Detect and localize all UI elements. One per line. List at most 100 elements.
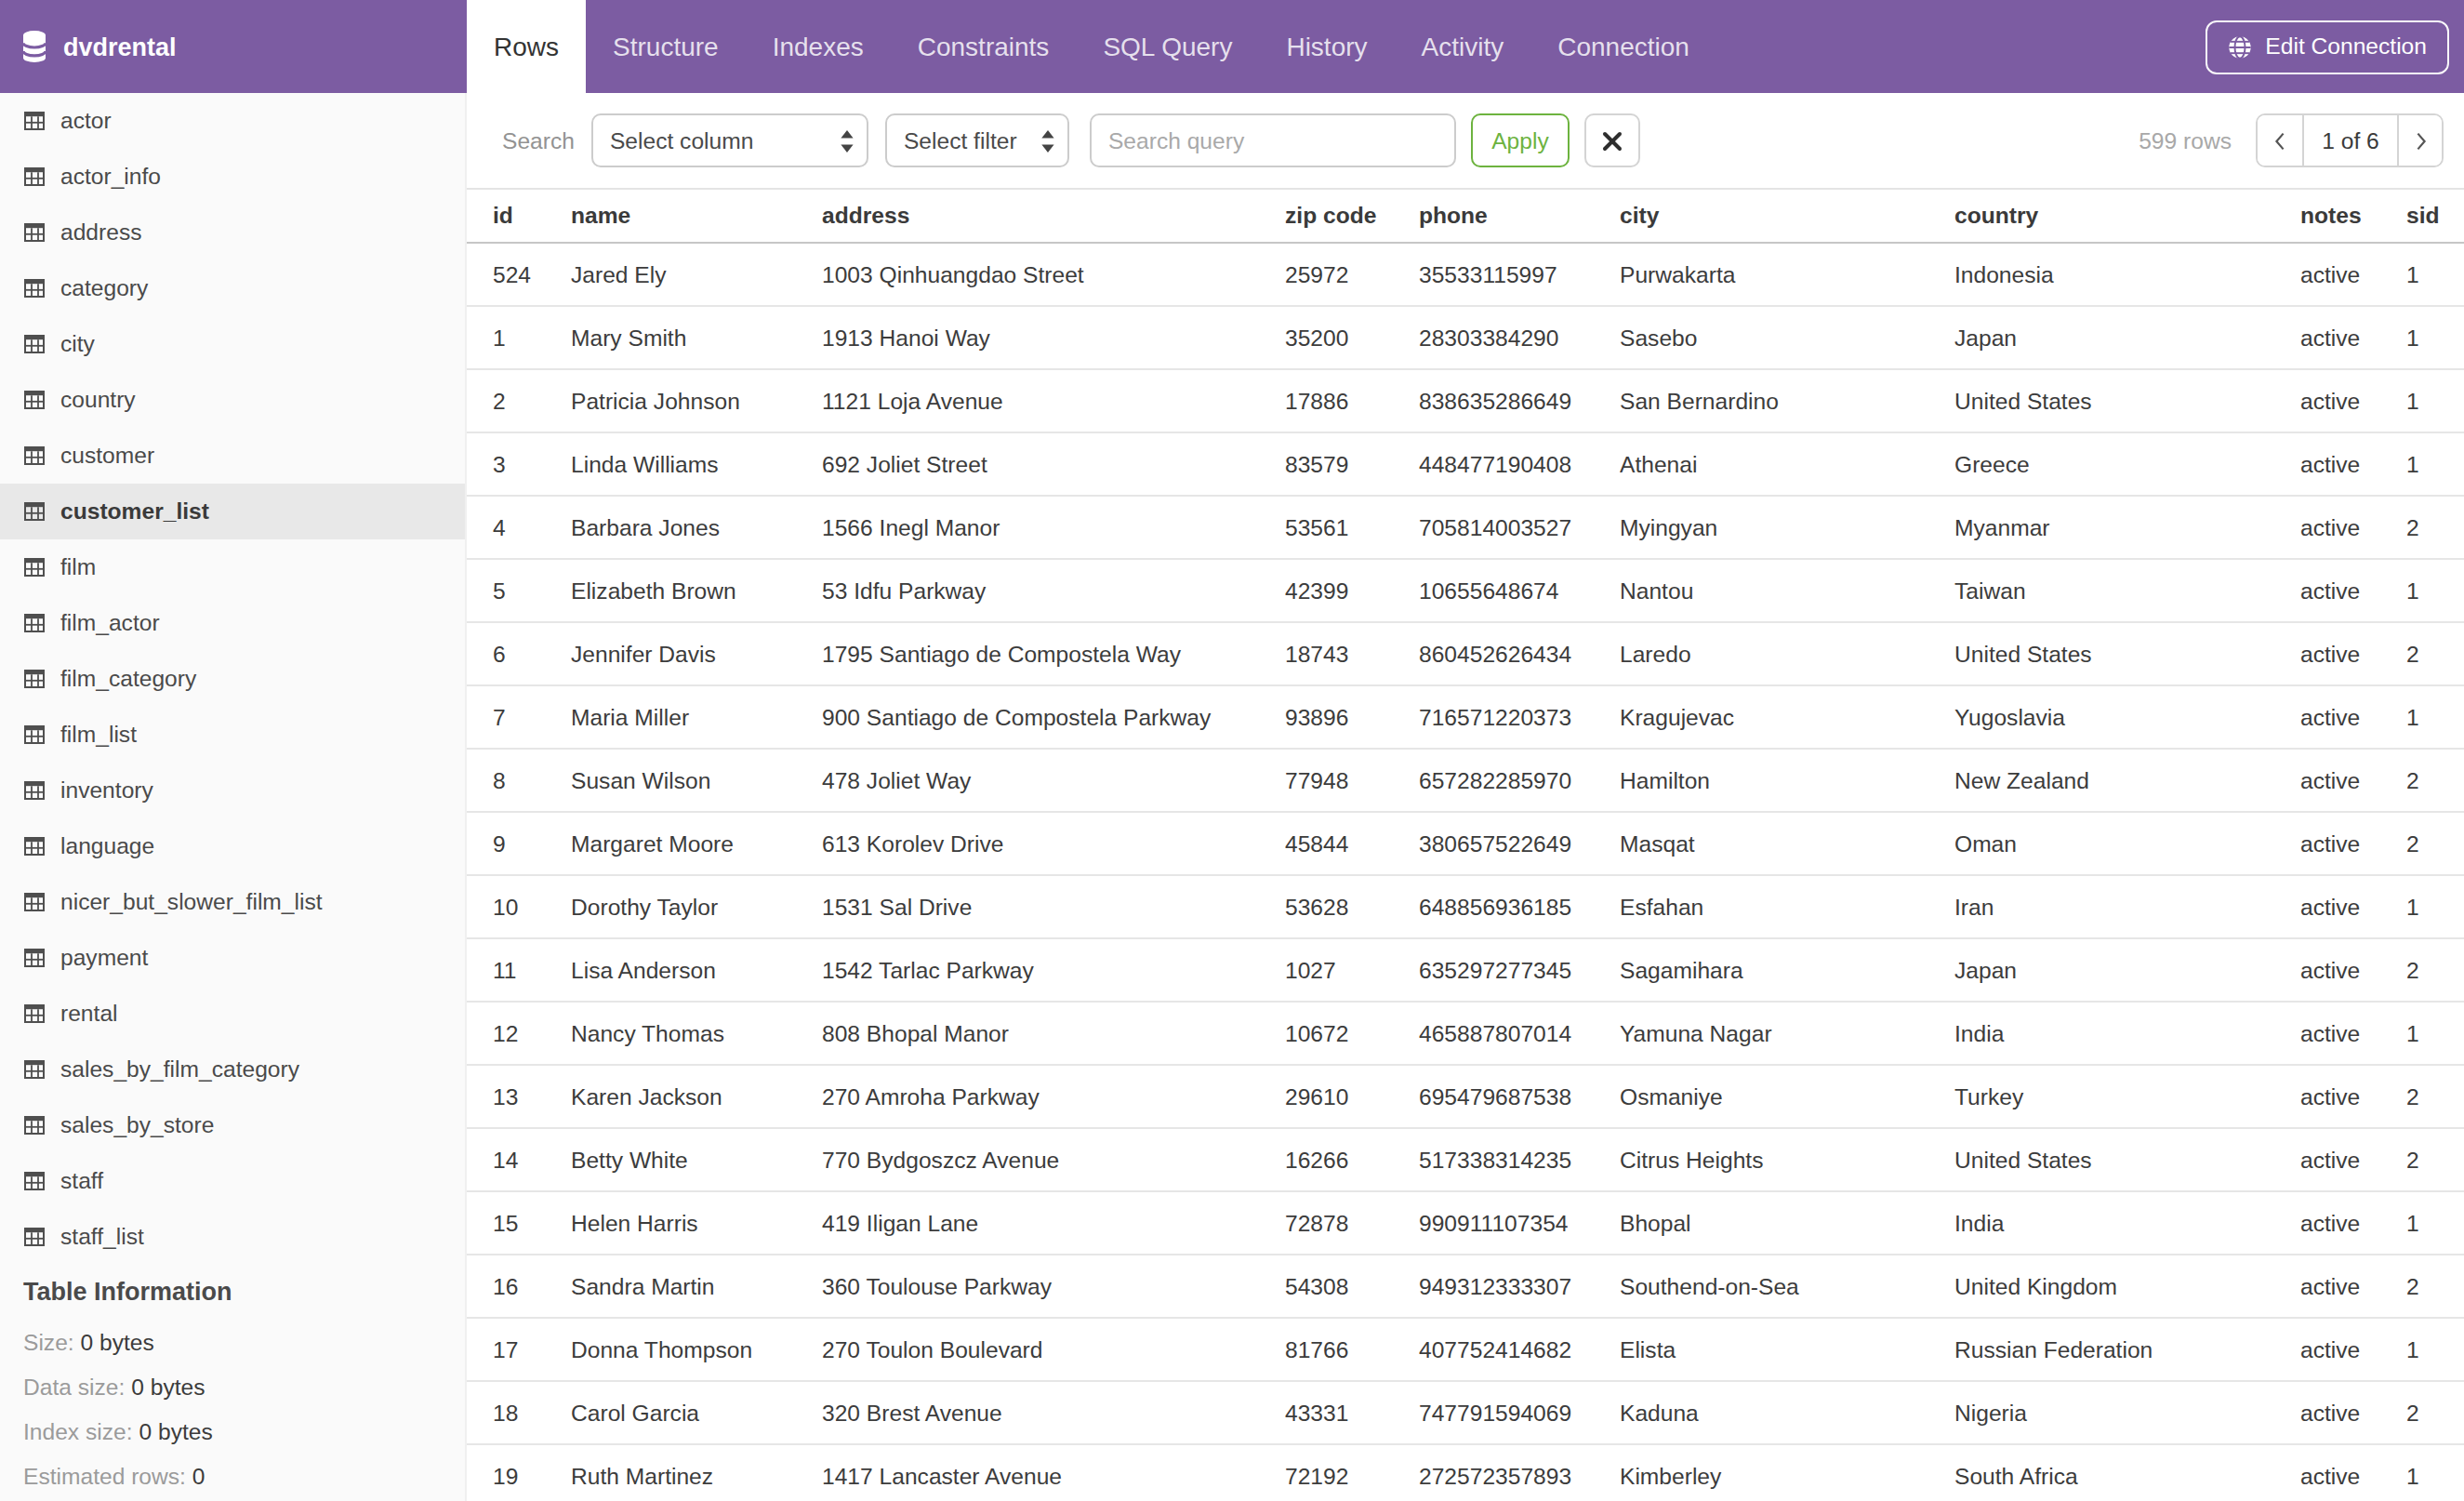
tab-constraints[interactable]: Constraints xyxy=(891,0,1077,93)
cell-address: 270 Toulon Boulevard xyxy=(822,1318,1285,1381)
cell-sid: 1 xyxy=(2406,1191,2464,1255)
sidebar-item-country[interactable]: country xyxy=(0,372,465,428)
sidebar-item-payment[interactable]: payment xyxy=(0,930,465,986)
column-header-id[interactable]: id xyxy=(467,189,571,243)
cell-city: Laredo xyxy=(1620,622,1954,685)
table-row[interactable]: 17Donna Thompson270 Toulon Boulevard8176… xyxy=(467,1318,2464,1381)
sidebar-item-address[interactable]: address xyxy=(0,205,465,260)
column-header-address[interactable]: address xyxy=(822,189,1285,243)
cell-zip-code: 29610 xyxy=(1285,1065,1419,1128)
tab-sql-query[interactable]: SQL Query xyxy=(1076,0,1259,93)
sidebar-item-customer[interactable]: customer xyxy=(0,428,465,484)
page-indicator: 1 of 6 xyxy=(2304,115,2397,166)
table-name-label: sales_by_film_category xyxy=(60,1056,299,1083)
x-icon xyxy=(1601,129,1623,152)
table-row[interactable]: 19Ruth Martinez1417 Lancaster Avenue7219… xyxy=(467,1444,2464,1501)
table-row[interactable]: 13Karen Jackson270 Amroha Parkway2961069… xyxy=(467,1065,2464,1128)
tab-rows[interactable]: Rows xyxy=(467,0,586,93)
cell-city: Masqat xyxy=(1620,812,1954,875)
layout: actoractor_infoaddresscategorycitycountr… xyxy=(0,93,2464,1501)
sidebar-item-inventory[interactable]: inventory xyxy=(0,763,465,818)
cell-phone: 705814003527 xyxy=(1419,496,1620,559)
info-label: Estimated rows: xyxy=(23,1464,186,1490)
clear-search-button[interactable] xyxy=(1584,113,1640,167)
cell-address: 1531 Sal Drive xyxy=(822,875,1285,938)
filter-select[interactable]: Select filter xyxy=(885,113,1069,167)
sidebar-item-city[interactable]: city xyxy=(0,316,465,372)
column-header-country[interactable]: country xyxy=(1954,189,2300,243)
column-header-sid[interactable]: sid xyxy=(2406,189,2464,243)
table-row[interactable]: 3Linda Williams692 Joliet Street83579448… xyxy=(467,432,2464,496)
column-header-zip-code[interactable]: zip code xyxy=(1285,189,1419,243)
cell-name: Maria Miller xyxy=(571,685,822,749)
table-row[interactable]: 7Maria Miller900 Santiago de Compostela … xyxy=(467,685,2464,749)
sidebar-item-sales_by_store[interactable]: sales_by_store xyxy=(0,1097,465,1153)
edit-connection-button[interactable]: Edit Connection xyxy=(2206,20,2449,73)
prev-page-button[interactable] xyxy=(2258,115,2304,166)
cell-id: 2 xyxy=(467,369,571,432)
column-header-phone[interactable]: phone xyxy=(1419,189,1620,243)
table-row[interactable]: 5Elizabeth Brown53 Idfu Parkway423991065… xyxy=(467,559,2464,622)
column-header-city[interactable]: city xyxy=(1620,189,1954,243)
next-page-button[interactable] xyxy=(2397,115,2442,166)
sidebar-item-nicer_but_slower_film_list[interactable]: nicer_but_slower_film_list xyxy=(0,874,465,930)
sidebar-item-customer_list[interactable]: customer_list xyxy=(0,484,465,539)
cell-name: Elizabeth Brown xyxy=(571,559,822,622)
cell-id: 5 xyxy=(467,559,571,622)
tab-structure[interactable]: Structure xyxy=(586,0,746,93)
sidebar-item-staff[interactable]: staff xyxy=(0,1153,465,1209)
table-row[interactable]: 11Lisa Anderson1542 Tarlac Parkway102763… xyxy=(467,938,2464,1002)
table-row[interactable]: 8Susan Wilson478 Joliet Way7794865728228… xyxy=(467,749,2464,812)
table-row[interactable]: 10Dorothy Taylor1531 Sal Drive5362864885… xyxy=(467,875,2464,938)
table-row[interactable]: 9Margaret Moore613 Korolev Drive45844380… xyxy=(467,812,2464,875)
tab-connection[interactable]: Connection xyxy=(1530,0,1716,93)
cell-phone: 465887807014 xyxy=(1419,1002,1620,1065)
sidebar-item-staff_list[interactable]: staff_list xyxy=(0,1209,465,1265)
cell-country: Russian Federation xyxy=(1954,1318,2300,1381)
sidebar-item-film_list[interactable]: film_list xyxy=(0,707,465,763)
cell-notes: active xyxy=(2300,306,2406,369)
sidebar-item-actor_info[interactable]: actor_info xyxy=(0,149,465,205)
sidebar-item-category[interactable]: category xyxy=(0,260,465,316)
cell-address: 692 Joliet Street xyxy=(822,432,1285,496)
table-row[interactable]: 18Carol Garcia320 Brest Avenue4333174779… xyxy=(467,1381,2464,1444)
table-row[interactable]: 15Helen Harris419 Iligan Lane72878990911… xyxy=(467,1191,2464,1255)
column-select[interactable]: Select column xyxy=(591,113,868,167)
sidebar-item-film[interactable]: film xyxy=(0,539,465,595)
sidebar-item-film_category[interactable]: film_category xyxy=(0,651,465,707)
sidebar-item-language[interactable]: language xyxy=(0,818,465,874)
table-row[interactable]: 1Mary Smith1913 Hanoi Way352002830338429… xyxy=(467,306,2464,369)
cell-zip-code: 53561 xyxy=(1285,496,1419,559)
tab-indexes[interactable]: Indexes xyxy=(746,0,891,93)
column-select-value: Select column xyxy=(610,127,753,153)
info-label: Data size: xyxy=(23,1375,125,1401)
cell-name: Sandra Martin xyxy=(571,1255,822,1318)
table-row[interactable]: 16Sandra Martin360 Toulouse Parkway54308… xyxy=(467,1255,2464,1318)
tab-history[interactable]: History xyxy=(1259,0,1394,93)
table-row[interactable]: 4Barbara Jones1566 Inegl Manor5356170581… xyxy=(467,496,2464,559)
table-row[interactable]: 14Betty White770 Bydgoszcz Avenue1626651… xyxy=(467,1128,2464,1191)
sidebar-item-film_actor[interactable]: film_actor xyxy=(0,595,465,651)
table-name-label: actor xyxy=(60,108,112,134)
apply-button[interactable]: Apply xyxy=(1471,113,1570,167)
tab-activity[interactable]: Activity xyxy=(1395,0,1531,93)
cell-country: India xyxy=(1954,1191,2300,1255)
sidebar-item-sales_by_film_category[interactable]: sales_by_film_category xyxy=(0,1042,465,1097)
search-query-input[interactable] xyxy=(1090,113,1456,167)
table-icon xyxy=(23,837,44,856)
cell-phone: 648856936185 xyxy=(1419,875,1620,938)
table-row[interactable]: 2Patricia Johnson1121 Loja Avenue1788683… xyxy=(467,369,2464,432)
table-row[interactable]: 6Jennifer Davis1795 Santiago de Composte… xyxy=(467,622,2464,685)
sidebar-item-actor[interactable]: actor xyxy=(0,93,465,149)
info-value: 0 bytes xyxy=(81,1330,154,1356)
cell-country: United Kingdom xyxy=(1954,1255,2300,1318)
cell-country: South Africa xyxy=(1954,1444,2300,1501)
cell-zip-code: 54308 xyxy=(1285,1255,1419,1318)
sidebar-item-rental[interactable]: rental xyxy=(0,986,465,1042)
column-header-name[interactable]: name xyxy=(571,189,822,243)
table-row[interactable]: 12Nancy Thomas808 Bhopal Manor1067246588… xyxy=(467,1002,2464,1065)
table-row[interactable]: 524Jared Ely1003 Qinhuangdao Street25972… xyxy=(467,243,2464,306)
cell-country: Nigeria xyxy=(1954,1381,2300,1444)
cell-phone: 716571220373 xyxy=(1419,685,1620,749)
column-header-notes[interactable]: notes xyxy=(2300,189,2406,243)
